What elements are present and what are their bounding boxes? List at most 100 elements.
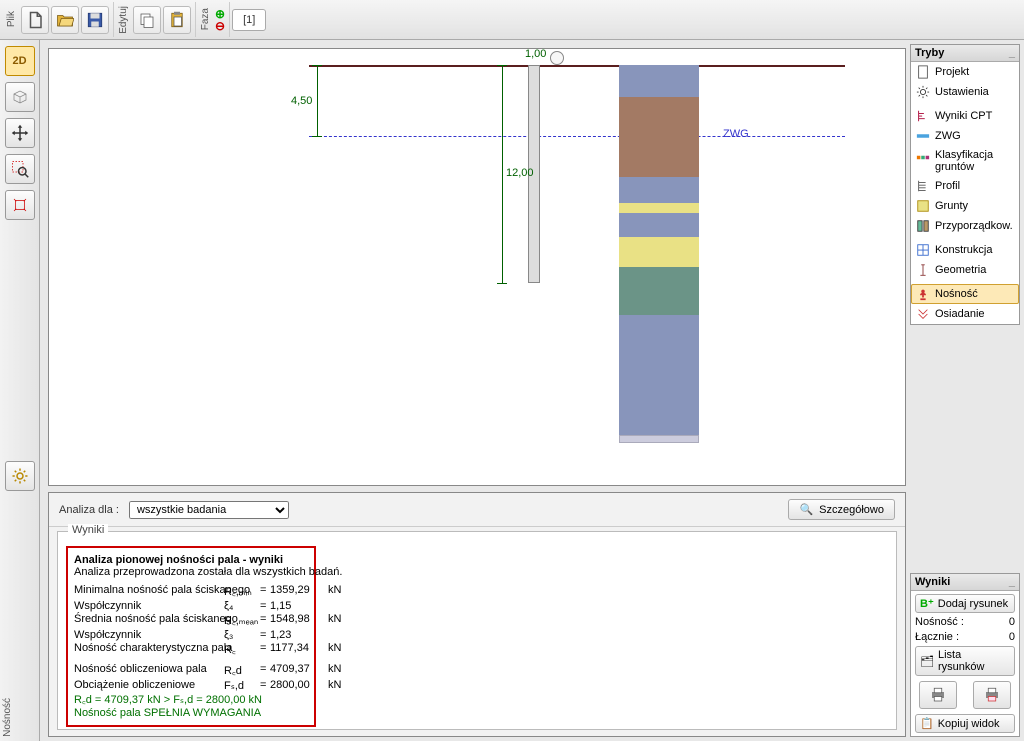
file-group: Plik bbox=[4, 2, 114, 37]
minimize-icon[interactable]: _ bbox=[1009, 576, 1015, 588]
soil-layer bbox=[619, 203, 699, 213]
tryby-item-label: ZWG bbox=[935, 130, 961, 142]
tryby-item-label: Ustawienia bbox=[935, 86, 989, 98]
right-column: Tryby _ Projekt Ustawienia Wyniki CPT ZWG Kl… bbox=[910, 40, 1024, 741]
tryby-item-grunty[interactable]: Grunty bbox=[911, 196, 1019, 216]
tryby-item-doc[interactable]: Projekt bbox=[911, 62, 1019, 82]
pan-button[interactable] bbox=[5, 118, 35, 148]
result-subtitle: Analiza przeprowadzona została dla wszys… bbox=[74, 566, 308, 578]
dim-len: 12,00 bbox=[506, 167, 534, 179]
copy-view-button[interactable]: 📋 Kopiuj widok bbox=[915, 714, 1015, 733]
tryby-item-profil[interactable]: Profil bbox=[911, 176, 1019, 196]
osiad-icon bbox=[916, 307, 930, 321]
soil-layer bbox=[619, 97, 699, 177]
gear-icon bbox=[916, 85, 930, 99]
result-rows-2: Nośność obliczeniowa palaR꜀d=4709,37kNOb… bbox=[74, 663, 308, 692]
lacznie-row: Łącznie : 0 bbox=[915, 631, 1015, 643]
tryby-item-label: Konstrukcja bbox=[935, 244, 992, 256]
przyp-icon bbox=[916, 219, 930, 233]
load-marker bbox=[550, 51, 564, 65]
soil-layer bbox=[619, 213, 699, 237]
tryby-item-osiad[interactable]: Osiadanie bbox=[911, 304, 1019, 324]
side-label: Nośność bbox=[2, 698, 13, 737]
soil-layer bbox=[619, 315, 699, 435]
analiza-select[interactable]: wszystkie badania bbox=[129, 501, 289, 519]
save-file-button[interactable] bbox=[81, 6, 109, 34]
result-check: R꜀d = 4709,37 kN > Fₛ,d = 2800,00 kN bbox=[74, 692, 308, 707]
details-button[interactable]: 🔍 Szczegółowo bbox=[788, 499, 895, 520]
tryby-item-przyp[interactable]: Przyporządkow. bbox=[911, 216, 1019, 236]
phase-group: Faza ⊕ ⊖ bbox=[198, 2, 230, 37]
wyniki-title: Wyniki bbox=[915, 576, 950, 588]
remove-phase-icon[interactable]: ⊖ bbox=[215, 20, 225, 32]
dim-len-line bbox=[502, 65, 503, 283]
tryby-item-gear[interactable]: Ustawienia bbox=[911, 82, 1019, 102]
soil-layer bbox=[619, 177, 699, 203]
minimize-icon[interactable]: _ bbox=[1009, 47, 1015, 59]
new-file-button[interactable] bbox=[21, 6, 49, 34]
tryby-item-label: Wyniki CPT bbox=[935, 110, 992, 122]
tryby-item-geom[interactable]: Geometria bbox=[911, 260, 1019, 280]
tryby-item-nosn[interactable]: Nośność bbox=[911, 284, 1019, 304]
result-verdict: Nośność pala SPEŁNIA WYMAGANIA bbox=[74, 707, 308, 719]
tryby-item-klass[interactable]: Klasyfikacja gruntów bbox=[911, 146, 1019, 176]
konstr-icon bbox=[916, 243, 930, 257]
tryby-item-cpt[interactable]: Wyniki CPT bbox=[911, 106, 1019, 126]
nosn-icon bbox=[916, 287, 930, 301]
stage-button[interactable]: [1] bbox=[232, 9, 266, 31]
top-toolbar: Plik Edytuj Faza ⊕ ⊖ [1] bbox=[0, 0, 1024, 40]
zwg-label: ZWG bbox=[723, 128, 749, 140]
tryby-item-label: Grunty bbox=[935, 200, 968, 212]
tryby-item-label: Przyporządkow. bbox=[935, 220, 1013, 232]
result-title: Analiza pionowej nośności pala - wyniki bbox=[74, 554, 308, 566]
geom-icon bbox=[916, 263, 930, 277]
edit-label: Edytuj bbox=[118, 6, 129, 34]
add-drawing-icon: B⁺ bbox=[920, 597, 934, 610]
klass-icon bbox=[916, 154, 930, 168]
result-box: Analiza pionowej nośności pala - wyniki … bbox=[66, 546, 316, 727]
paste-button[interactable] bbox=[163, 6, 191, 34]
tryby-item-zwg[interactable]: ZWG bbox=[911, 126, 1019, 146]
bottom-panel: Analiza dla : wszystkie badania 🔍 Szczeg… bbox=[48, 492, 906, 737]
soil-layer bbox=[619, 237, 699, 267]
tryby-item-label: Projekt bbox=[935, 66, 969, 78]
dim-gw-line bbox=[317, 65, 318, 136]
zwg-line bbox=[309, 136, 845, 137]
open-file-button[interactable] bbox=[51, 6, 79, 34]
details-icon: 🔍 bbox=[799, 503, 813, 516]
bottom-toolbar: Analiza dla : wszystkie badania 🔍 Szczeg… bbox=[49, 493, 905, 527]
add-drawing-button[interactable]: B⁺ Dodaj rysunek bbox=[915, 594, 1015, 613]
ground-line bbox=[309, 65, 845, 67]
tryby-header: Tryby _ bbox=[911, 45, 1019, 62]
soil-layer bbox=[619, 65, 699, 97]
tryby-item-label: Nośność bbox=[935, 288, 978, 300]
fieldset-label: Wyniki bbox=[68, 524, 108, 536]
tryby-item-konstr[interactable]: Konstrukcja bbox=[911, 240, 1019, 260]
drawing-list-button[interactable]: 🗂 Lista rysunków bbox=[915, 646, 1015, 676]
print-button[interactable] bbox=[919, 681, 957, 709]
tryby-item-label: Osiadanie bbox=[935, 308, 985, 320]
grunty-icon bbox=[916, 199, 930, 213]
tryby-item-label: Profil bbox=[935, 180, 960, 192]
results-fieldset: Wyniki Analiza pionowej nośności pala - … bbox=[57, 531, 897, 730]
copy-button[interactable] bbox=[133, 6, 161, 34]
result-rows-1: Minimalna nośność pala ściskanegoR꜀,ₘᵢₙ=… bbox=[74, 584, 308, 657]
add-phase-icon[interactable]: ⊕ bbox=[215, 8, 225, 20]
tryby-list: Projekt Ustawienia Wyniki CPT ZWG Klasyfikac… bbox=[911, 62, 1019, 324]
print-color-button[interactable] bbox=[973, 681, 1011, 709]
zoom-extents-button[interactable] bbox=[5, 190, 35, 220]
view-2d-button[interactable]: 2D bbox=[5, 46, 35, 76]
wyniki-header: Wyniki _ bbox=[911, 574, 1019, 591]
tryby-item-label: Klasyfikacja gruntów bbox=[935, 149, 1014, 173]
settings-button[interactable] bbox=[5, 461, 35, 491]
zoom-window-button[interactable] bbox=[5, 154, 35, 184]
cpt-icon bbox=[916, 109, 930, 123]
dim-top: 1,00 bbox=[525, 48, 546, 60]
view-3d-button[interactable] bbox=[5, 82, 35, 112]
profil-icon bbox=[916, 179, 930, 193]
zwg-icon bbox=[916, 129, 930, 143]
analiza-label: Analiza dla : bbox=[59, 504, 119, 516]
copy-icon: 📋 bbox=[920, 717, 934, 730]
tryby-panel: Tryby _ Projekt Ustawienia Wyniki CPT ZWG Kl… bbox=[910, 44, 1020, 325]
left-toolbar: 2D Nośność bbox=[0, 40, 40, 741]
